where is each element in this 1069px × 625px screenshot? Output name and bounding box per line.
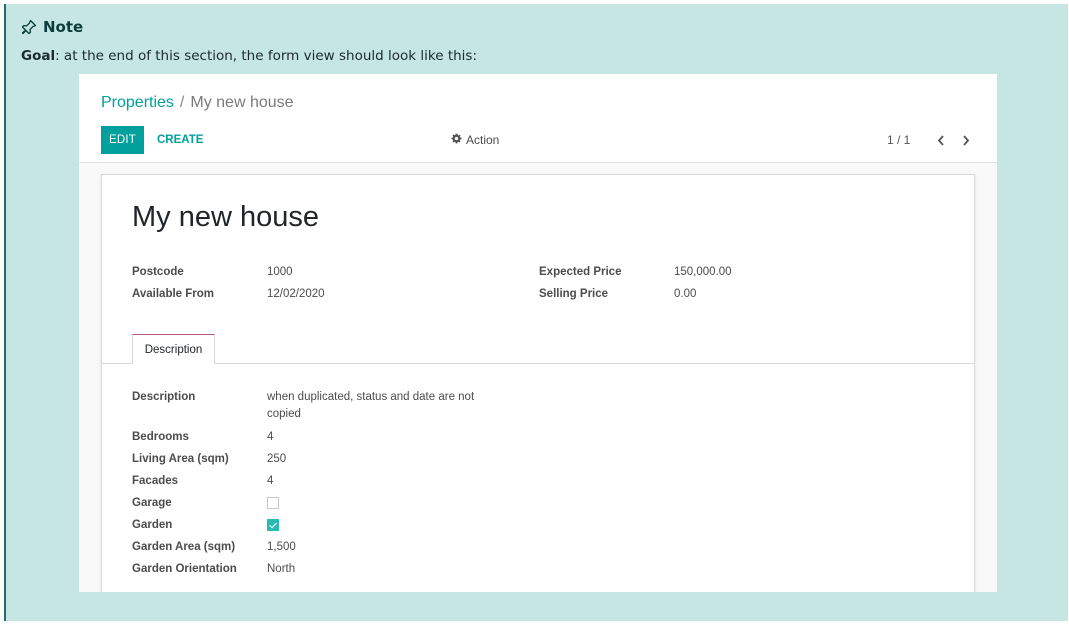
breadcrumb-current: My new house [190, 94, 294, 111]
garage-checkbox[interactable] [267, 497, 279, 509]
goal-label: Goal [21, 48, 56, 64]
postcode-label: Postcode [132, 266, 184, 278]
chevron-left-icon [937, 131, 945, 150]
create-button[interactable]: CREATE [157, 126, 203, 154]
garden-area-value: 1,500 [267, 541, 296, 553]
action-menu[interactable]: Action [451, 126, 499, 154]
facades-label: Facades [132, 475, 179, 487]
facades-value: 4 [267, 475, 274, 487]
note-title: Note [43, 18, 84, 36]
note-header: Note [21, 18, 83, 36]
goal-text: : at the end of this section, the form v… [55, 48, 477, 64]
description-value: when duplicated, status and date are not… [267, 391, 475, 420]
pin-icon [21, 19, 37, 35]
breadcrumb: Properties / My new house [101, 94, 294, 112]
expected-price-label: Expected Price [539, 266, 622, 278]
garden-orientation-value: North [267, 563, 296, 575]
garden-area-label: Garden Area (sqm) [132, 541, 236, 553]
record-title: My new house [132, 201, 319, 233]
breadcrumb-separator: / [179, 94, 185, 111]
tab-bar-line [102, 363, 974, 364]
bedrooms-value: 4 [267, 431, 274, 443]
garden-checkbox[interactable] [267, 519, 279, 531]
form-view-screenshot: Properties / My new house EDIT CREATE Acti… [79, 74, 997, 592]
selling-price-label: Selling Price [539, 288, 609, 300]
note-goal: Goal: at the end of this section, the fo… [21, 48, 477, 64]
form-sheet: My new house Postcode 1000 Available Fro… [101, 174, 975, 592]
bedrooms-label: Bedrooms [132, 431, 189, 443]
note-box: Note Goal: at the end of this section, t… [4, 4, 1068, 621]
postcode-value: 1000 [267, 266, 293, 278]
garage-label: Garage [132, 497, 172, 509]
living-area-value: 250 [267, 453, 287, 465]
chevron-right-icon [962, 131, 970, 150]
breadcrumb-properties-link[interactable]: Properties [101, 94, 174, 111]
edit-button[interactable]: EDIT [101, 126, 144, 154]
living-area-label: Living Area (sqm) [132, 453, 229, 465]
pager-value[interactable]: 1 / 1 [887, 126, 910, 154]
description-label: Description [132, 391, 196, 403]
action-label: Action [466, 133, 500, 147]
available-from-value: 12/02/2020 [267, 288, 325, 300]
garden-orientation-label: Garden Orientation [132, 563, 237, 575]
pager-next-button[interactable] [956, 126, 976, 154]
available-from-label: Available From [132, 288, 215, 300]
selling-price-value: 0.00 [674, 288, 697, 300]
garden-label: Garden [132, 519, 173, 531]
tab-description[interactable]: Description [132, 334, 215, 364]
gear-icon [451, 133, 462, 147]
expected-price-value: 150,000.00 [674, 266, 732, 278]
pager-previous-button[interactable] [931, 126, 951, 154]
